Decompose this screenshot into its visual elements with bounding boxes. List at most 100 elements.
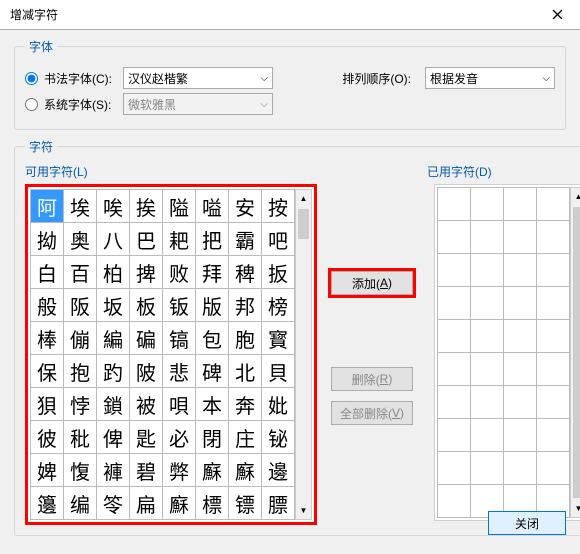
char-cell-empty[interactable] <box>438 419 470 451</box>
available-chars-grid[interactable]: 阿埃唉挨隘嗌安按拗奥八巴耙把霸吧白百柏捭败拜稗扳般阪坂板钣版邦榜棒傰編碥镐包胞寳… <box>30 189 295 520</box>
char-cell-empty[interactable] <box>504 353 536 385</box>
char-cell[interactable]: 百 <box>64 256 96 288</box>
char-cell-empty[interactable] <box>504 221 536 253</box>
char-cell[interactable]: 閉 <box>196 421 228 453</box>
char-cell-empty[interactable] <box>438 485 470 517</box>
char-cell[interactable]: 胞 <box>229 322 261 354</box>
scroll-thumb[interactable] <box>298 209 309 239</box>
char-cell[interactable]: 愎 <box>64 454 96 486</box>
char-cell[interactable]: 奥 <box>64 223 96 255</box>
char-cell[interactable]: 霸 <box>229 223 261 255</box>
char-cell[interactable]: 嗌 <box>196 190 228 222</box>
char-cell-empty[interactable] <box>438 221 470 253</box>
char-cell[interactable]: 寳 <box>262 322 294 354</box>
char-cell[interactable]: 編 <box>97 322 129 354</box>
char-cell[interactable]: 㢝 <box>229 454 261 486</box>
char-cell[interactable]: 唄 <box>163 388 195 420</box>
char-cell[interactable]: 匙 <box>130 421 162 453</box>
char-cell[interactable]: 版 <box>196 289 228 321</box>
scroll-up-icon[interactable]: ▲ <box>571 188 580 205</box>
scroll-down-icon[interactable]: ▼ <box>296 502 311 519</box>
delete-button[interactable]: 删除(R) <box>331 367 413 391</box>
char-cell[interactable]: 褲 <box>97 454 129 486</box>
char-cell-empty[interactable] <box>438 287 470 319</box>
char-cell-empty[interactable] <box>537 386 569 418</box>
char-cell[interactable]: 编 <box>64 487 96 519</box>
char-cell[interactable]: 狽 <box>31 388 63 420</box>
char-cell-empty[interactable] <box>471 353 503 385</box>
char-cell-empty[interactable] <box>438 188 470 220</box>
char-cell[interactable]: 埃 <box>64 190 96 222</box>
used-chars-grid[interactable] <box>437 187 570 518</box>
char-cell[interactable]: 挨 <box>130 190 162 222</box>
char-cell-empty[interactable] <box>471 221 503 253</box>
char-cell[interactable]: 㢝 <box>196 454 228 486</box>
char-cell[interactable]: 貝 <box>262 355 294 387</box>
char-cell[interactable]: 笭 <box>97 487 129 519</box>
char-cell-empty[interactable] <box>537 320 569 352</box>
system-font-radio[interactable]: 系统字体(S): <box>25 96 113 113</box>
char-cell[interactable]: 俾 <box>97 421 129 453</box>
char-cell-empty[interactable] <box>504 287 536 319</box>
char-cell[interactable]: 棒 <box>31 322 63 354</box>
char-cell-empty[interactable] <box>471 386 503 418</box>
char-cell-empty[interactable] <box>537 287 569 319</box>
char-cell-empty[interactable] <box>504 188 536 220</box>
scroll-thumb[interactable] <box>573 207 580 498</box>
char-cell[interactable]: 拗 <box>31 223 63 255</box>
char-cell[interactable]: 白 <box>31 256 63 288</box>
char-cell-empty[interactable] <box>537 452 569 484</box>
scroll-down-icon[interactable]: ▼ <box>571 500 580 517</box>
char-cell[interactable]: 碥 <box>130 322 162 354</box>
char-cell[interactable]: 耙 <box>163 223 195 255</box>
sort-order-dropdown[interactable]: 根据发音 ⌵ <box>425 67 555 89</box>
char-cell-empty[interactable] <box>438 320 470 352</box>
char-cell[interactable]: 籩 <box>31 487 63 519</box>
char-cell-empty[interactable] <box>438 386 470 418</box>
scroll-up-icon[interactable]: ▲ <box>296 190 311 207</box>
char-cell[interactable]: 弊 <box>163 454 195 486</box>
char-cell[interactable]: 標 <box>196 487 228 519</box>
char-cell[interactable]: 妣 <box>262 388 294 420</box>
char-cell[interactable]: 奔 <box>229 388 261 420</box>
char-cell-empty[interactable] <box>471 287 503 319</box>
char-cell[interactable]: 般 <box>31 289 63 321</box>
char-cell[interactable]: 吧 <box>262 223 294 255</box>
char-cell[interactable]: 镖 <box>229 487 261 519</box>
close-icon[interactable] <box>535 0 580 30</box>
char-cell[interactable]: 扁 <box>130 487 162 519</box>
char-cell-empty[interactable] <box>438 254 470 286</box>
char-cell[interactable]: 婢 <box>31 454 63 486</box>
char-cell[interactable]: 鎖 <box>97 388 129 420</box>
scrollbar[interactable]: ▲ ▼ <box>295 189 312 520</box>
char-cell[interactable]: 拜 <box>196 256 228 288</box>
char-cell-empty[interactable] <box>537 254 569 286</box>
char-cell[interactable]: 包 <box>196 322 228 354</box>
char-cell[interactable]: 彼 <box>31 421 63 453</box>
char-cell[interactable]: 邦 <box>229 289 261 321</box>
char-cell[interactable]: 必 <box>163 421 195 453</box>
char-cell[interactable]: 钣 <box>163 289 195 321</box>
char-cell-empty[interactable] <box>471 254 503 286</box>
char-cell[interactable]: 膘 <box>262 487 294 519</box>
calligraphy-font-radio[interactable]: 书法字体(C): <box>25 70 113 87</box>
system-font-radio-input[interactable] <box>25 98 38 111</box>
char-cell[interactable]: 抱 <box>64 355 96 387</box>
char-cell-empty[interactable] <box>537 221 569 253</box>
char-cell[interactable]: 陂 <box>130 355 162 387</box>
char-cell-empty[interactable] <box>537 419 569 451</box>
char-cell[interactable]: 柏 <box>97 256 129 288</box>
char-cell[interactable]: 碧 <box>130 454 162 486</box>
char-cell[interactable]: 安 <box>229 190 261 222</box>
char-cell[interactable]: 榜 <box>262 289 294 321</box>
char-cell[interactable]: 板 <box>130 289 162 321</box>
char-cell[interactable]: 按 <box>262 190 294 222</box>
char-cell-empty[interactable] <box>504 320 536 352</box>
char-cell[interactable]: 庄 <box>229 421 261 453</box>
char-cell-empty[interactable] <box>504 386 536 418</box>
char-cell-empty[interactable] <box>537 188 569 220</box>
char-cell[interactable]: 保 <box>31 355 63 387</box>
char-cell[interactable]: 傰 <box>64 322 96 354</box>
calligraphy-font-radio-input[interactable] <box>25 72 38 85</box>
char-cell[interactable]: 巴 <box>130 223 162 255</box>
